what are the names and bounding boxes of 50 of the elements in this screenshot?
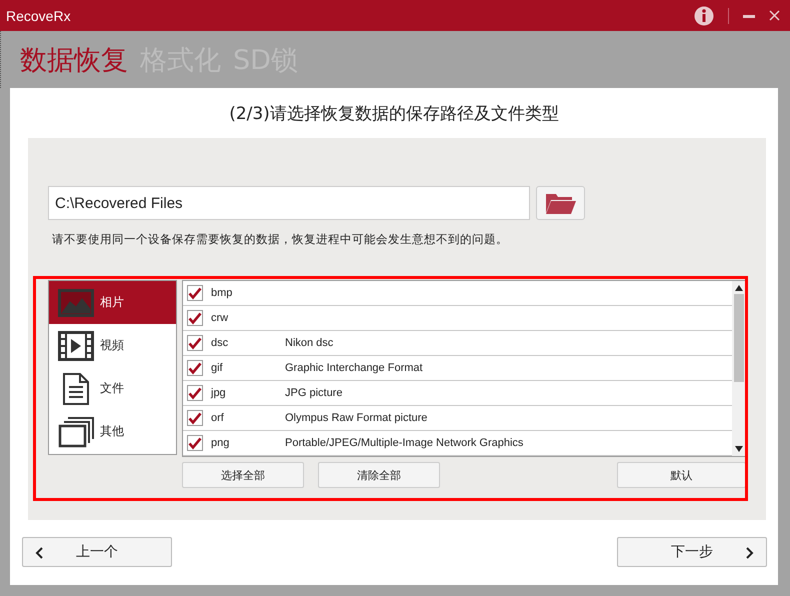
checkbox[interactable] [187, 360, 203, 376]
checkbox[interactable] [187, 310, 203, 326]
checkmark-icon [188, 336, 202, 350]
file-type-description: Graphic Interchange Format [285, 362, 423, 374]
path-field[interactable]: C:\Recovered Files [48, 186, 530, 220]
file-extension: orf [211, 412, 225, 424]
file-type-description: Olympus Raw Format picture [285, 412, 428, 424]
next-button[interactable]: 下一步 [617, 537, 767, 567]
file-type-description: JPG picture [285, 387, 342, 399]
chevron-left-icon [35, 547, 43, 559]
warning-text: 请不要使用同一个设备保存需要恢复的数据，恢复进程中可能会发生意想不到的问题。 [52, 232, 509, 248]
checkmark-icon [188, 362, 202, 374]
checkbox[interactable] [187, 410, 203, 426]
info-icon[interactable] [694, 6, 714, 26]
chevron-right-icon [746, 547, 754, 559]
checkbox[interactable] [187, 435, 203, 451]
checkmark-icon [188, 412, 202, 424]
checkbox[interactable] [187, 285, 203, 301]
checkmark-icon [188, 436, 202, 450]
list-action-button[interactable]: 清除全部 [318, 462, 440, 488]
document-icon [61, 372, 91, 406]
file-extension: gif [211, 362, 224, 374]
file-type-description: Nikon dsc [285, 337, 334, 349]
checkbox[interactable] [187, 385, 203, 401]
file-extension: crw [211, 312, 230, 324]
file-extension: jpg [211, 387, 227, 399]
window-title: RecoveRx [6, 8, 72, 24]
file-extension: bmp [211, 287, 234, 299]
stacked-windows-icon [58, 416, 94, 448]
step-title: (2/3)请选择恢复数据的保存路径及文件类型 [228, 102, 560, 126]
checkmark-icon [188, 312, 202, 324]
list-action-button[interactable]: 选择全部 [182, 462, 304, 488]
back-button[interactable]: 上一个 [22, 537, 172, 567]
list-action-button[interactable]: 默认 [617, 462, 746, 488]
checkmark-icon [188, 286, 202, 300]
browse-folder-button[interactable] [536, 186, 585, 220]
film-play-icon [58, 330, 94, 360]
scroll-up-arrow-icon[interactable] [735, 285, 743, 291]
file-extension: png [211, 437, 230, 449]
scrollbar[interactable] [732, 281, 746, 456]
folder-icon [544, 191, 576, 215]
checkmark-icon [188, 386, 202, 400]
category-item[interactable]: 相片 [49, 281, 176, 324]
minimize-icon[interactable] [743, 12, 755, 18]
close-icon[interactable] [769, 10, 780, 21]
file-type-description: Portable/JPEG/Multiple-Image Network Graphics [285, 437, 524, 449]
file-extension: dsc [211, 337, 230, 349]
landscape-icon [58, 288, 94, 316]
checkbox[interactable] [187, 335, 203, 351]
scroll-down-arrow-icon[interactable] [735, 446, 743, 452]
